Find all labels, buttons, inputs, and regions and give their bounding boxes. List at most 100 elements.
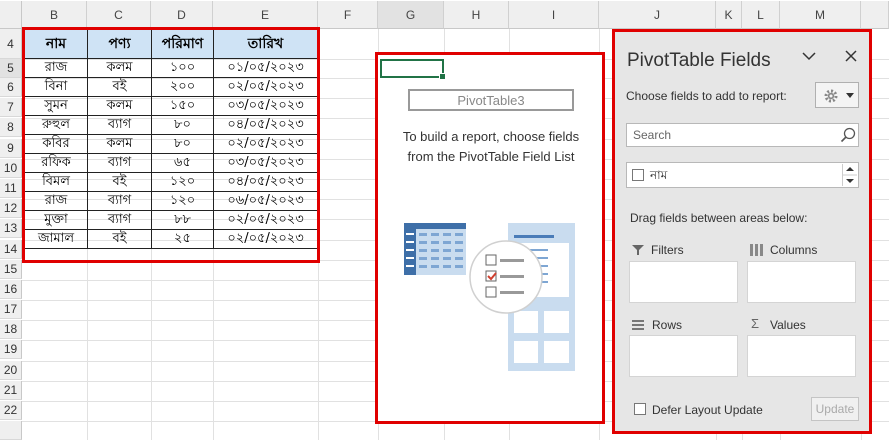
search-icon[interactable]: [840, 127, 856, 143]
table-cell[interactable]: ব্যাগ: [87, 210, 152, 230]
rows-drop-area[interactable]: [629, 335, 738, 377]
row-header-8[interactable]: 8: [0, 118, 22, 137]
row-header-10[interactable]: 10: [0, 159, 22, 178]
table-cell[interactable]: ৮০: [151, 134, 214, 154]
fill-handle[interactable]: [439, 73, 446, 80]
table-cell[interactable]: ১২০: [151, 191, 214, 211]
table-cell[interactable]: ০৬/০৫/২০২৩: [213, 191, 318, 211]
column-header-l[interactable]: L: [742, 1, 780, 29]
pivottable-placeholder[interactable]: PivotTable3 To build a report, choose fi…: [378, 55, 603, 422]
row-header-15[interactable]: 15: [0, 260, 22, 279]
table-cell[interactable]: ০৪/০৫/২০২৩: [213, 172, 318, 192]
table-cell[interactable]: কলম: [87, 58, 152, 78]
search-input[interactable]: Search: [626, 123, 859, 147]
table-row: বিনা বই ২০০ ০২/০৫/২০২৩: [24, 77, 318, 97]
column-header-h[interactable]: H: [444, 1, 509, 29]
row-header-16[interactable]: 16: [0, 280, 22, 299]
row-header-11[interactable]: 11: [0, 179, 22, 198]
row-header-13[interactable]: 13: [0, 219, 22, 238]
table-cell[interactable]: ০৩/০৫/২০২৩: [213, 96, 318, 116]
column-header-b[interactable]: B: [22, 1, 87, 29]
column-header-c[interactable]: C: [87, 1, 151, 29]
header-cell-date[interactable]: তারিখ: [213, 29, 318, 59]
header-cell-name[interactable]: নাম: [24, 29, 88, 59]
row-header-21[interactable]: 21: [0, 381, 22, 400]
table-cell[interactable]: ০২/০৫/২০২৩: [213, 134, 318, 154]
row-header-4[interactable]: 4: [0, 29, 22, 59]
table-row: মুক্তা ব্যাগ ৮৮ ০২/০৫/২০২৩: [24, 210, 318, 230]
row-header-14[interactable]: 14: [0, 240, 22, 259]
table-cell[interactable]: কবির: [24, 134, 88, 154]
table-cell[interactable]: ০১/০৫/২০২৩: [213, 58, 318, 78]
row-header-17[interactable]: 17: [0, 300, 22, 319]
row-header-5[interactable]: 5: [0, 59, 22, 78]
table-cell[interactable]: বই: [87, 77, 152, 97]
row-header-9[interactable]: 9: [0, 139, 22, 158]
columns-drop-area[interactable]: [747, 261, 856, 303]
table-cell[interactable]: ৮০: [151, 115, 214, 135]
column-header-e[interactable]: E: [213, 1, 318, 29]
table-cell[interactable]: জামাল: [24, 229, 88, 249]
chevron-down-icon[interactable]: [802, 49, 816, 68]
update-button[interactable]: Update: [811, 397, 859, 421]
field-list-scrollbar[interactable]: [842, 164, 857, 186]
select-all-corner[interactable]: [0, 1, 22, 29]
table-cell[interactable]: সুমন: [24, 96, 88, 116]
table-cell[interactable]: ৬৫: [151, 153, 214, 173]
row-header-18[interactable]: 18: [0, 320, 22, 339]
table-cell[interactable]: বই: [87, 229, 152, 249]
filters-drop-area[interactable]: [629, 261, 738, 303]
row-header-12[interactable]: 12: [0, 199, 22, 218]
table-cell[interactable]: ব্যাগ: [87, 153, 152, 173]
table-cell[interactable]: ৮৮: [151, 210, 214, 230]
pivottable-name-box[interactable]: PivotTable3: [408, 89, 574, 111]
active-cell-g5[interactable]: [380, 59, 446, 80]
table-cell[interactable]: রাজ: [24, 191, 88, 211]
data-table: নাম পণ্য পরিমাণ তারিখ রাজ কলম ১০০ ০১/০৫/…: [24, 29, 318, 249]
table-cell[interactable]: ২০০: [151, 77, 214, 97]
table-cell[interactable]: ১২০: [151, 172, 214, 192]
defer-layout-checkbox[interactable]: [634, 403, 646, 415]
column-header-d[interactable]: D: [151, 1, 213, 29]
row-header-20[interactable]: 20: [0, 361, 22, 380]
table-cell[interactable]: ০২/০৫/২০২৩: [213, 210, 318, 230]
field-checkbox[interactable]: [632, 169, 644, 181]
table-cell[interactable]: ২৫: [151, 229, 214, 249]
table-cell[interactable]: ০৪/০৫/২০২৩: [213, 115, 318, 135]
column-header-m[interactable]: M: [780, 1, 861, 29]
column-header-g[interactable]: G: [378, 1, 444, 29]
field-name-label[interactable]: নাম: [650, 167, 667, 187]
table-cell[interactable]: ব্যাগ: [87, 191, 152, 211]
row-header-23[interactable]: [0, 421, 22, 440]
column-header-i[interactable]: I: [509, 1, 599, 29]
close-icon[interactable]: [844, 49, 858, 68]
table-cell[interactable]: ১০০: [151, 58, 214, 78]
table-cell[interactable]: কলম: [87, 96, 152, 116]
tools-dropdown[interactable]: [815, 82, 859, 108]
table-cell[interactable]: ০২/০৫/২০২৩: [213, 229, 318, 249]
row-header-6[interactable]: 6: [0, 78, 22, 97]
row-header-7[interactable]: 7: [0, 98, 22, 117]
column-header-f[interactable]: F: [318, 1, 378, 29]
table-cell[interactable]: বিনা: [24, 77, 88, 97]
table-cell[interactable]: মুক্তা: [24, 210, 88, 230]
table-cell[interactable]: ব্যাগ: [87, 115, 152, 135]
table-cell[interactable]: কলম: [87, 134, 152, 154]
row-header-22[interactable]: 22: [0, 401, 22, 420]
table-cell[interactable]: রুহুল: [24, 115, 88, 135]
table-cell[interactable]: ০২/০৫/২০২৩: [213, 77, 318, 97]
table-cell[interactable]: ১৫০: [151, 96, 214, 116]
table-cell[interactable]: রাজ: [24, 58, 88, 78]
header-cell-product[interactable]: পণ্য: [87, 29, 152, 59]
table-cell[interactable]: রফিক: [24, 153, 88, 173]
row-header-19[interactable]: 19: [0, 340, 22, 359]
column-header-n[interactable]: [861, 1, 889, 29]
values-drop-area[interactable]: [747, 335, 856, 377]
table-cell[interactable]: ০৩/০৫/২০২৩: [213, 153, 318, 173]
table-cell[interactable]: বিমল: [24, 172, 88, 192]
column-header-k[interactable]: K: [716, 1, 742, 29]
column-header-j[interactable]: J: [599, 1, 716, 29]
table-cell[interactable]: বই: [87, 172, 152, 192]
table-row: বিমল বই ১২০ ০৪/০৫/২০২৩: [24, 172, 318, 192]
header-cell-quantity[interactable]: পরিমাণ: [151, 29, 214, 59]
